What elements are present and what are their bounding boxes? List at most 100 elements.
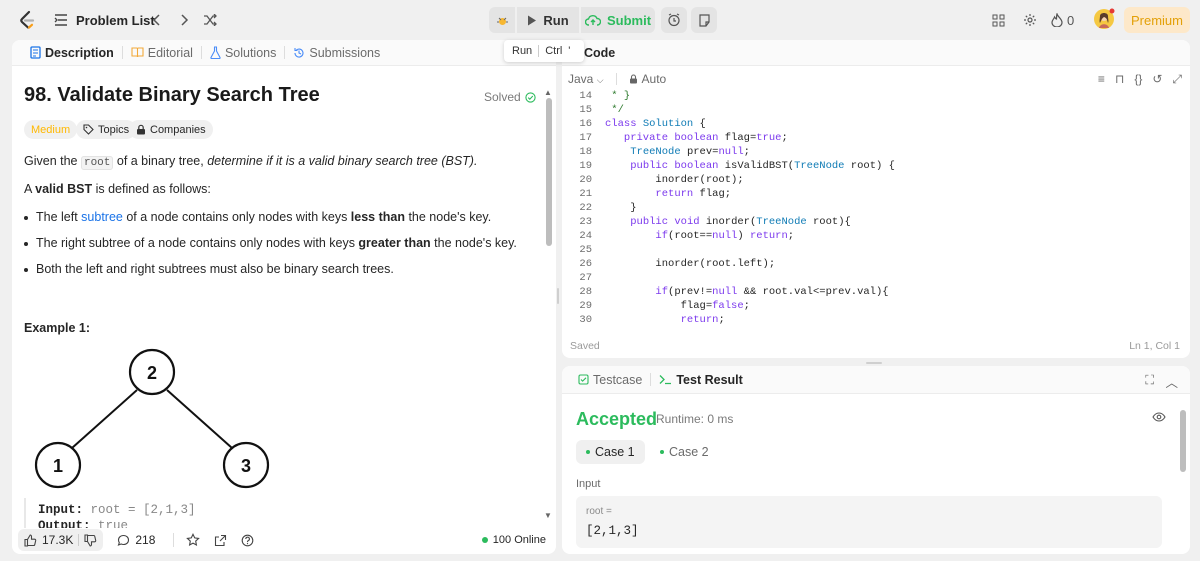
- help-button[interactable]: [241, 534, 254, 547]
- tab-editorial[interactable]: Editorial: [123, 46, 201, 60]
- test-result-panel: Testcase Test Result ⛶ ︿ Accepted Runtim…: [562, 366, 1190, 554]
- tab-description[interactable]: Description: [22, 46, 122, 60]
- braces-icon[interactable]: {}: [1134, 72, 1142, 87]
- code-line[interactable]: 29 flag=false;: [562, 300, 1190, 314]
- format-icon[interactable]: ≡: [1098, 72, 1105, 87]
- companies-chip[interactable]: Companies: [129, 120, 213, 139]
- leetcode-logo-icon[interactable]: [16, 9, 38, 31]
- line-number: 23: [579, 216, 592, 228]
- subtree-link[interactable]: subtree: [81, 210, 123, 224]
- tab-testcase[interactable]: Testcase: [570, 373, 650, 387]
- dislike-button[interactable]: [84, 533, 97, 547]
- expand-icon[interactable]: ⤢: [1172, 72, 1182, 87]
- description-scrollbar[interactable]: [546, 98, 552, 246]
- case-label: Case 1: [595, 445, 635, 459]
- problem-list-button[interactable]: Problem List: [54, 9, 155, 31]
- tab-editorial-label: Editorial: [147, 45, 193, 60]
- auto-mode[interactable]: Auto: [629, 72, 666, 86]
- timer-button[interactable]: [661, 7, 687, 33]
- bullet-text: The right subtree of a node contains onl…: [36, 236, 517, 250]
- scroll-down-arrow[interactable]: ▼: [544, 511, 552, 520]
- code-text: inorder(root.left);: [605, 258, 776, 270]
- code-text: return flag;: [655, 188, 732, 200]
- horizontal-resize-handle[interactable]: [866, 362, 882, 364]
- description-tabbar: Description Editorial Solutions Submissi…: [12, 40, 556, 66]
- code-text: class Solution {: [605, 118, 706, 130]
- user-avatar[interactable]: [1093, 8, 1115, 30]
- favorite-button[interactable]: [186, 533, 201, 547]
- bullet-text: The left subtree of a node contains only…: [36, 210, 491, 224]
- line-number: 27: [579, 272, 592, 284]
- code-line[interactable]: 16 class Solution {: [562, 118, 1190, 132]
- online-indicator: 100 Online: [481, 534, 546, 546]
- code-editor-panel: Code Java ⌵ Auto ≡ ⊓ {} ↺ ⤢ 14 * } 15 */1…: [562, 40, 1190, 358]
- premium-button[interactable]: Premium: [1124, 7, 1190, 33]
- case-1-button[interactable]: Case 1: [576, 440, 645, 464]
- like-dislike-group: 17.3K: [18, 529, 104, 551]
- terminal-icon: [659, 375, 672, 385]
- code-line[interactable]: 17 private boolean flag=true;: [562, 132, 1190, 146]
- eye-icon[interactable]: [1152, 412, 1166, 422]
- code-text: flag=false;: [605, 300, 750, 312]
- layout-button[interactable]: [987, 9, 1009, 31]
- vertical-resize-handle[interactable]: [557, 288, 559, 304]
- code-line[interactable]: 24 if(root==null) return;: [562, 230, 1190, 244]
- flask-icon: [210, 46, 221, 59]
- code-line[interactable]: 22 }: [562, 202, 1190, 216]
- code-line[interactable]: 26 inorder(root.left);: [562, 258, 1190, 272]
- code-line[interactable]: 23 public void inorder(TreeNode root){: [562, 216, 1190, 230]
- editor-actions: ≡ ⊓ {} ↺ ⤢: [1098, 72, 1182, 87]
- topics-chip[interactable]: Topics: [76, 120, 137, 139]
- code-line[interactable]: 18 TreeNode prev=null;: [562, 146, 1190, 160]
- share-button[interactable]: [214, 534, 227, 547]
- bullet-text-part: of a node contains only nodes with keys: [122, 210, 351, 224]
- like-button[interactable]: 17.3K: [24, 533, 73, 547]
- code-line[interactable]: 15 */: [562, 104, 1190, 118]
- settings-button[interactable]: [1019, 9, 1041, 31]
- debug-button[interactable]: [489, 7, 515, 33]
- gear-icon: [1024, 14, 1036, 26]
- code-line[interactable]: 25: [562, 244, 1190, 258]
- prev-problem-button[interactable]: [146, 9, 168, 31]
- list-item: The right subtree of a node contains onl…: [24, 236, 517, 250]
- code-line[interactable]: 21 return flag;: [562, 188, 1190, 202]
- code-text: return;: [680, 314, 725, 326]
- tab-solutions[interactable]: Solutions: [202, 46, 284, 60]
- submit-button[interactable]: Submit: [581, 7, 655, 33]
- lock-icon: [629, 74, 637, 84]
- scroll-up-arrow[interactable]: ▲: [544, 88, 552, 97]
- tab-submissions[interactable]: Submissions: [285, 46, 388, 60]
- code-line[interactable]: 30 return;: [562, 314, 1190, 328]
- bullet-text-part: the node's key.: [430, 236, 517, 250]
- notes-button[interactable]: [691, 7, 717, 33]
- language-select[interactable]: Java ⌵: [568, 72, 604, 86]
- run-button[interactable]: Run: [517, 7, 579, 33]
- streak-counter[interactable]: 0: [1051, 9, 1074, 31]
- reset-icon[interactable]: ↺: [1152, 72, 1162, 87]
- code-line[interactable]: 20 inorder(root);: [562, 174, 1190, 188]
- random-problem-button[interactable]: [199, 9, 221, 31]
- code-line[interactable]: 28 if(prev!=null && root.val<=prev.val){: [562, 286, 1190, 300]
- next-problem-button[interactable]: [173, 9, 195, 31]
- divider: [615, 73, 617, 85]
- result-scrollbar[interactable]: [1180, 410, 1186, 472]
- code-text: * }: [605, 90, 631, 102]
- tab-code[interactable]: Code: [584, 46, 615, 60]
- line-number: 30: [579, 314, 592, 326]
- chevron-right-icon: [181, 14, 189, 26]
- line-number: 24: [579, 230, 592, 242]
- code-line[interactable]: 27: [562, 272, 1190, 286]
- bookmark-icon[interactable]: ⊓: [1115, 72, 1124, 87]
- chevron-up-icon[interactable]: ︿: [1165, 372, 1178, 391]
- code-editor[interactable]: 14 * } 15 */16 class Solution {17 private …: [562, 90, 1190, 328]
- code-line[interactable]: 14 * }: [562, 90, 1190, 104]
- input-value-box: root = [2,1,3]: [576, 496, 1162, 548]
- desc-bold: valid BST: [35, 182, 93, 196]
- code-line[interactable]: 19 public boolean isValidBST(TreeNode ro…: [562, 160, 1190, 174]
- case-2-button[interactable]: Case 2: [650, 440, 719, 464]
- tab-test-result[interactable]: Test Result: [651, 373, 750, 387]
- desc-text: A: [24, 182, 36, 196]
- bullet-dot: [24, 268, 28, 272]
- maximize-icon[interactable]: ⛶: [1145, 373, 1154, 388]
- comments-button[interactable]: 218: [117, 533, 155, 547]
